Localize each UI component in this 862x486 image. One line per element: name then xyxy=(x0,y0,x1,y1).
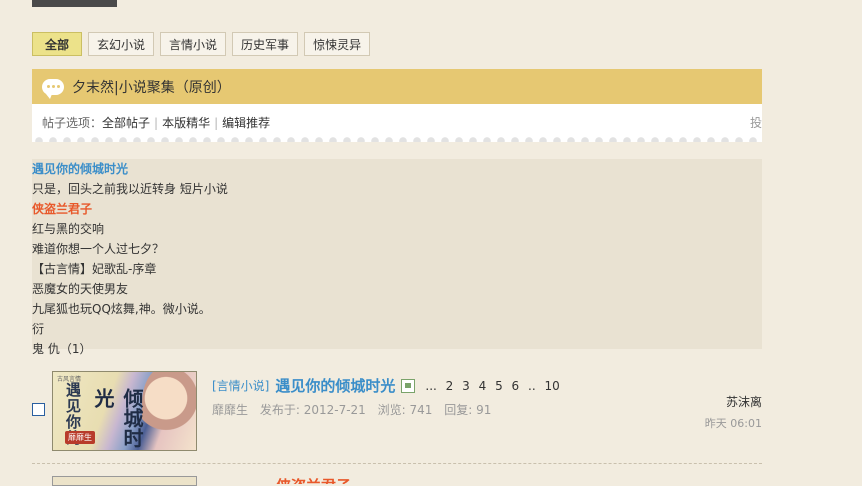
chat-bubble-icon xyxy=(42,78,64,99)
dotted-border xyxy=(32,136,762,142)
cover-tag: 靡靡生 xyxy=(65,431,95,444)
thread-author[interactable]: 靡靡生 xyxy=(212,403,248,417)
filter-history-military[interactable]: 历史军事 xyxy=(232,32,299,56)
page-link[interactable]: 10 xyxy=(544,379,559,393)
thread-row: 古风言情 遇见你的 倾城时光 靡靡生 [言情小说] 遇见你的倾城时光 ... 2… xyxy=(32,369,762,453)
recommend-item[interactable]: 九尾狐也玩QQ炫舞,神。微小说。 xyxy=(32,299,762,319)
divider: | xyxy=(214,116,219,130)
filter-fantasy[interactable]: 玄幻小说 xyxy=(88,32,155,56)
thread-posted-date: 发布于: 2012-7-21 xyxy=(259,403,366,417)
thread-cover-image[interactable]: 古风言情 遇见你的 倾城时光 靡靡生 xyxy=(52,371,197,451)
recommend-item[interactable]: 红与黑的交响 xyxy=(32,219,762,239)
cover-text-b: 倾城时光 xyxy=(91,388,144,448)
image-attachment-icon xyxy=(401,378,416,393)
option-digest[interactable]: 本版精华 xyxy=(162,116,210,130)
page-link[interactable]: 3 xyxy=(462,379,470,393)
thread-category[interactable]: [言情小说] xyxy=(212,377,269,394)
thread-meta: 靡靡生 发布于: 2012-7-21 浏览: 741 回复: 91 xyxy=(212,401,499,418)
option-all-threads[interactable]: 全部帖子 xyxy=(102,116,150,130)
page-link[interactable]: 4 xyxy=(479,379,487,393)
recommend-list: 遇见你的倾城时光 只是，回头之前我以近转身 短片小说 侠盗兰君子 红与黑的交响 … xyxy=(32,159,762,356)
filter-romance[interactable]: 言情小说 xyxy=(160,32,227,56)
page-link[interactable]: 2 xyxy=(446,379,454,393)
thread-options-bar: 帖子选项：全部帖子 | 本版精华 | 编辑推荐 投 xyxy=(32,104,762,142)
filter-horror[interactable]: 惊悚灵异 xyxy=(304,32,371,56)
recommend-item[interactable]: 恶魔女的天使男友 xyxy=(32,279,762,299)
thread-pagination: ... 2 3 4 5 6 .. 10 xyxy=(425,379,564,393)
filter-all[interactable]: 全部 xyxy=(32,32,83,56)
next-thread-cover[interactable] xyxy=(52,476,197,486)
recommend-item[interactable]: 衍 xyxy=(32,319,762,339)
page-link[interactable]: 5 xyxy=(495,379,503,393)
recommend-item[interactable]: 鬼 仇（1） xyxy=(32,339,762,359)
next-thread-title[interactable]: 侠盗兰君子 xyxy=(276,476,351,484)
page-ellipsis: .. xyxy=(528,378,536,393)
page-link[interactable]: 6 xyxy=(512,379,520,393)
option-editor-picks[interactable]: 编辑推荐 xyxy=(222,116,270,130)
forum-title: 夕末然|小说聚集（原创） xyxy=(72,79,231,96)
cover-figure xyxy=(142,372,196,450)
thread-title-line: [言情小说] 遇见你的倾城时光 ... 2 3 4 5 6 .. 10 xyxy=(212,375,565,396)
thread-divider xyxy=(32,463,762,464)
option-truncated[interactable]: 投 xyxy=(750,114,762,131)
thread-select-checkbox[interactable] xyxy=(32,403,45,416)
thread-title[interactable]: 遇见你的倾城时光 xyxy=(275,375,395,396)
category-filter-bar: 全部 玄幻小说 言情小说 历史军事 惊悚灵异 xyxy=(32,32,371,56)
recommend-item[interactable]: 只是，回头之前我以近转身 短片小说 xyxy=(32,179,762,199)
divider: | xyxy=(154,116,159,130)
forum-header: 夕末然|小说聚集（原创） xyxy=(32,69,762,104)
recommend-item[interactable]: 侠盗兰君子 xyxy=(32,199,762,219)
recommend-item[interactable]: 【古言情】妃歌乱-序章 xyxy=(32,259,762,279)
thread-views: 浏览: 741 xyxy=(377,403,433,417)
options-label: 帖子选项： xyxy=(42,116,103,130)
last-poster[interactable]: 苏沫离 xyxy=(726,393,762,410)
last-post-time[interactable]: 昨天 06:01 xyxy=(705,415,762,431)
recommend-item[interactable]: 遇见你的倾城时光 xyxy=(32,159,762,179)
thread-replies: 回复: 91 xyxy=(444,403,492,417)
top-banner-edge xyxy=(32,0,117,7)
recommend-item[interactable]: 难道你想一个人过七夕？ xyxy=(32,239,762,259)
page-ellipsis: ... xyxy=(425,378,437,393)
